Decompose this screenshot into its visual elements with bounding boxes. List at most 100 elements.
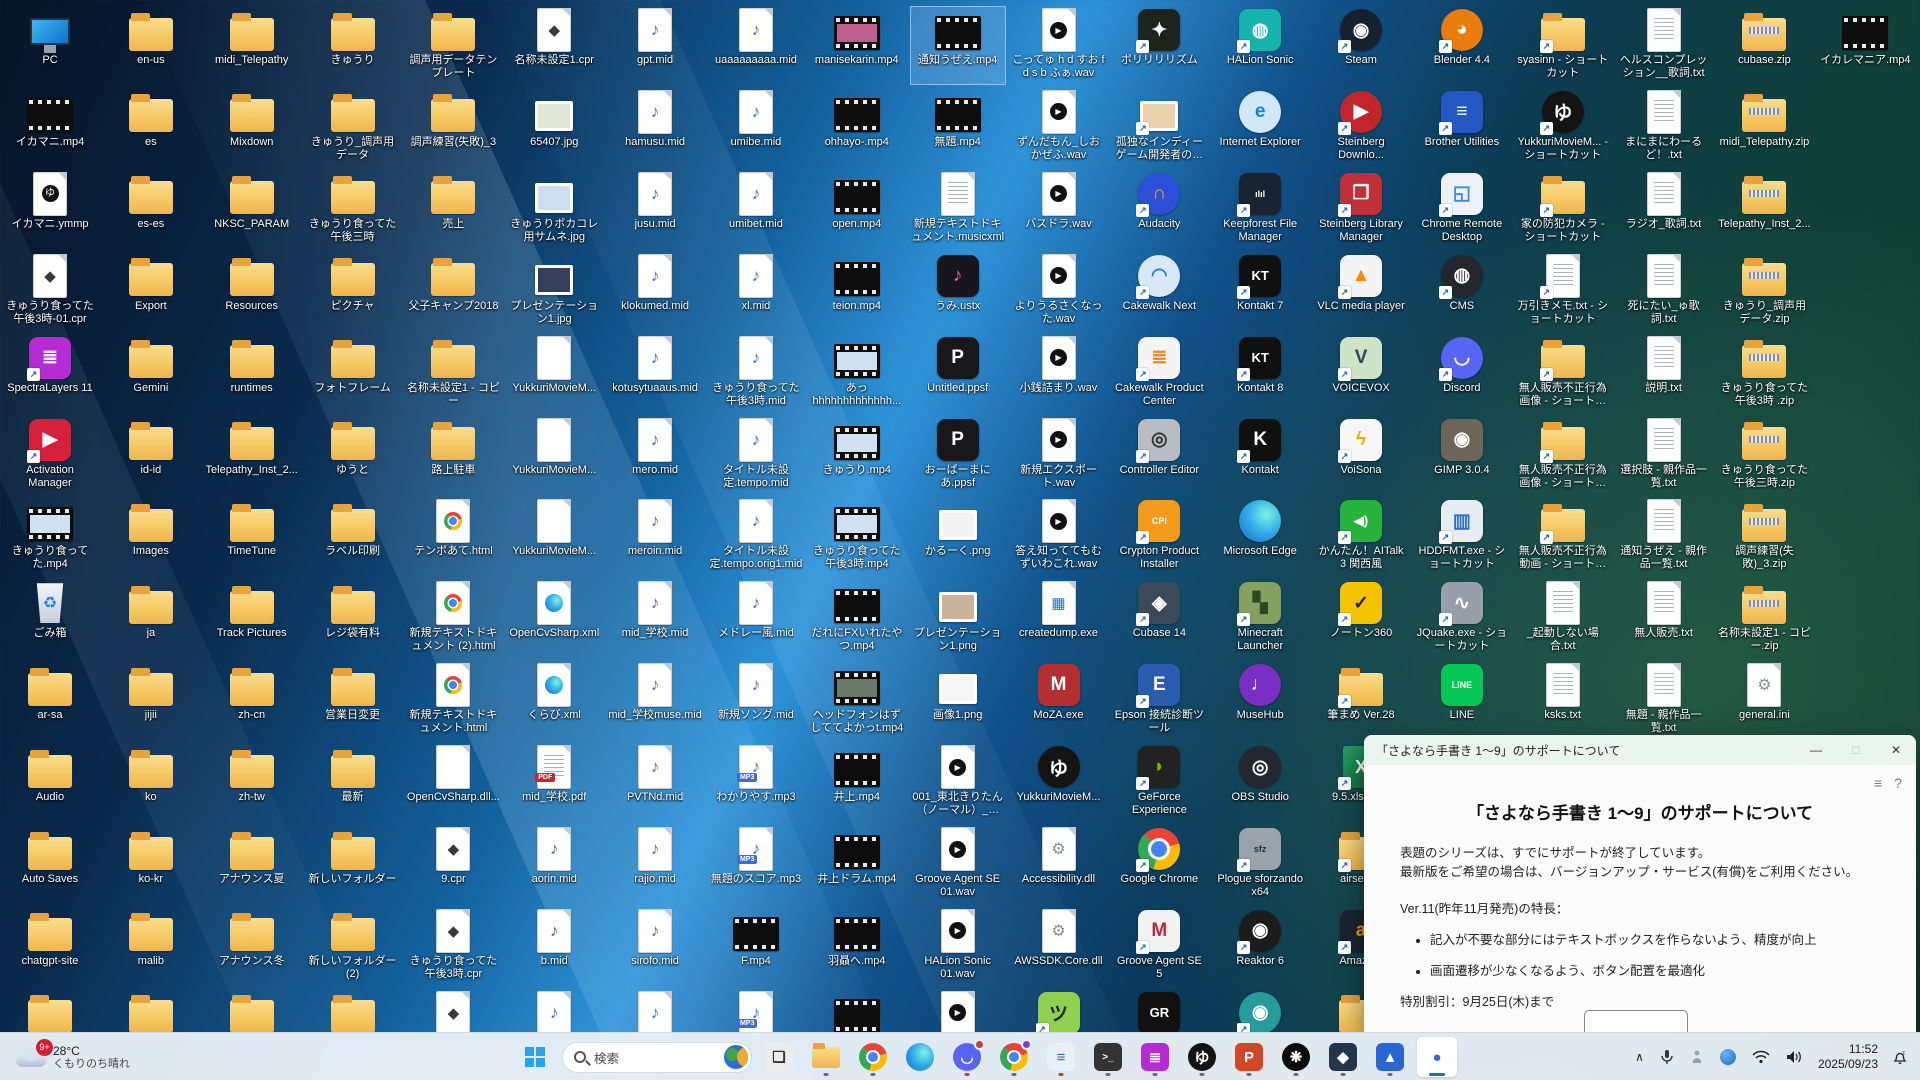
desktop-icon[interactable]: ✓↗ノートン360 [1313, 579, 1409, 658]
desktop-icon[interactable]: 調声用データテンプレート [405, 6, 501, 85]
edge-taskbar-button[interactable] [900, 1037, 940, 1077]
desktop-icon[interactable]: id-id [103, 416, 199, 495]
file-explorer-taskbar-button[interactable] [806, 1037, 846, 1077]
desktop-icon[interactable]: テンポあて.html [405, 497, 501, 576]
desktop-icon[interactable]: ▶001_東北きりたん（ノーマル）_今じゃ... [910, 743, 1006, 822]
desktop-icon[interactable] [305, 989, 401, 1032]
desktop-icon[interactable]: ▶HALion Sonic 01.wav [910, 907, 1006, 986]
desktop-icon[interactable]: open.mp4 [809, 170, 905, 249]
desktop-icon[interactable]: ▶↗Activation Manager [2, 416, 98, 495]
desktop-icon[interactable]: ▶ [910, 989, 1006, 1032]
desktop-icon[interactable]: ♪新規ソング.mid [708, 661, 804, 740]
search-input[interactable]: 検索 [562, 1042, 752, 1073]
desktop-icon[interactable]: ♪MP3わかりやす.mp3 [708, 743, 804, 822]
desktop-icon[interactable]: 死にたい_ゅ歌詞.txt [1616, 252, 1712, 331]
desktop-icon[interactable]: ♪うみ.ustx [910, 252, 1006, 331]
remote-status-icon[interactable] [1684, 1037, 1710, 1077]
desktop-icon[interactable]: midi_Telepathy [204, 6, 300, 85]
desktop-icon[interactable]: きゅうり食ってた午後三時 [305, 170, 401, 249]
desktop-icon[interactable]: あっhhhhhhhhhhhhh... [809, 334, 905, 413]
desktop-icon[interactable]: ゆイカマニ.ymmp [2, 170, 98, 249]
desktop-icon[interactable]: ↗syasinn - ショートカット [1515, 6, 1611, 85]
desktop-icon[interactable]: ツ↗ [1011, 989, 1107, 1032]
desktop-icon[interactable]: Track Pictures [204, 579, 300, 658]
desktop-icon[interactable]: きゅうり.mp4 [809, 416, 905, 495]
desktop-icon[interactable]: ♩MuseHub [1212, 661, 1308, 740]
desktop-icon[interactable]: ksks.txt [1515, 661, 1611, 740]
desktop-icon[interactable]: ♪umibet.mid [708, 170, 804, 249]
desktop-icon[interactable]: ヘルスコンプレッション__歌詞.txt [1616, 6, 1712, 85]
desktop-icon[interactable]: KT↗Kontakt 7 [1212, 252, 1308, 331]
desktop-icon[interactable]: ≣↗SpectraLayers 11 [2, 334, 98, 413]
desktop-icon[interactable]: zh-cn [204, 661, 300, 740]
chrome-taskbar-button[interactable] [853, 1037, 893, 1077]
wifi-icon[interactable] [1746, 1037, 1776, 1077]
desktop-icon[interactable]: ♪きゅうり食ってた午後3時.mid [708, 334, 804, 413]
desktop-icon[interactable]: ◀)↗かんたん！AITalk 3 関西風 [1313, 497, 1409, 576]
desktop-icon[interactable]: ♪klokumed.mid [607, 252, 703, 331]
desktop-icon[interactable]: ♪MP3無題のスコア.mp3 [708, 825, 804, 904]
desktop-icon[interactable]: ラジオ_歌詞.txt [1616, 170, 1712, 249]
desktop-icon[interactable]: ja [103, 579, 199, 658]
desktop-icon[interactable]: 路上駐車 [405, 416, 501, 495]
desktop-icon[interactable]: 井上ドラム.mp4 [809, 825, 905, 904]
desktop-icon[interactable]: ピクチャ [305, 252, 401, 331]
desktop-icon[interactable]: Export [103, 252, 199, 331]
desktop-icon[interactable]: アナウンス夏 [204, 825, 300, 904]
desktop-icon[interactable]: ◆ [405, 989, 501, 1032]
desktop-icon[interactable]: ♪MP3 [708, 989, 804, 1032]
desktop-icon[interactable]: ↗Google Chrome [1111, 825, 1207, 904]
desktop-icon[interactable]: 営業日変更 [305, 661, 401, 740]
desktop-icon[interactable]: ♪umibe.mid [708, 88, 804, 167]
desktop-icon[interactable]: runtimes [204, 334, 300, 413]
desktop-icon[interactable]: Audio [2, 743, 98, 822]
desktop-icon[interactable]: OpenCvSharp.dll... [405, 743, 501, 822]
desktop-icon[interactable]: 名称未設定1 - コピー [405, 334, 501, 413]
maximize-button[interactable]: □ [1836, 735, 1876, 765]
desktop-icon[interactable]: ◉GIMP 3.0.4 [1414, 416, 1510, 495]
desktop-icon[interactable]: レジ袋有料 [305, 579, 401, 658]
desktop-icon[interactable]: ▶新規エクスポート.wav [1011, 416, 1107, 495]
desktop-icon[interactable]: ▲↗VLC media player [1313, 252, 1409, 331]
desktop-icon[interactable]: PDFmid_学校.pdf [506, 743, 602, 822]
desktop-icon[interactable]: OpenCvSharp.xml [506, 579, 602, 658]
desktop-icon[interactable]: MMoZA.exe [1011, 661, 1107, 740]
desktop-icon[interactable]: イカマニ.mp4 [2, 88, 98, 167]
desktop-icon[interactable]: ↗無人販売不正行為 画像 - ショートカッ... [1515, 334, 1611, 413]
desktop-icon[interactable]: ≡↗Brother Utilities [1414, 88, 1510, 167]
desktop-icon[interactable]: ♪ [506, 989, 602, 1032]
discord-taskbar-button[interactable]: ◡ [947, 1037, 987, 1077]
desktop-icon[interactable]: くらび.xml [506, 661, 602, 740]
steinberg-cubase-taskbar-button[interactable]: ◆ [1323, 1037, 1363, 1077]
desktop-icon[interactable]: ◗↗GeForce Experience [1111, 743, 1207, 822]
tray-overflow-chevron[interactable]: ∧ [1629, 1037, 1650, 1077]
desktop-icon[interactable]: ↗筆まめ Ver.28 [1313, 661, 1409, 740]
desktop-icon[interactable]: YukkuriMovieM... [506, 497, 602, 576]
desktop-icon[interactable]: 最新 [305, 743, 401, 822]
desktop-icon[interactable]: K↗Kontakt [1212, 416, 1308, 495]
desktop-icon[interactable]: ▶Groove Agent SE 01.wav [910, 825, 1006, 904]
desktop-icon[interactable]: ko [103, 743, 199, 822]
desktop-icon[interactable]: ∩↗Audacity [1111, 170, 1207, 249]
desktop-icon[interactable]: 新規テキストドキュメント (2).html [405, 579, 501, 658]
desktop-icon[interactable]: ◆きゅうり食ってた午後3時-01.cpr [2, 252, 98, 331]
desktop-icon[interactable]: teion.mp4 [809, 252, 905, 331]
desktop-icon[interactable]: Microsoft Edge [1212, 497, 1308, 576]
desktop-icon[interactable]: ♪mid_学校muse.mid [607, 661, 703, 740]
desktop-icon[interactable]: ◎OBS Studio [1212, 743, 1308, 822]
desktop-icon[interactable]: 通知うぜえ.mp4 [910, 6, 1006, 85]
desktop-icon[interactable]: ◈↗Cubase 14 [1111, 579, 1207, 658]
desktop-icon[interactable]: _起動しない場合.txt [1515, 579, 1611, 658]
desktop-icon[interactable]: ♪ [607, 989, 703, 1032]
desktop-icon[interactable]: ♪sirofo.mid [607, 907, 703, 986]
desktop-icon[interactable]: ♪mero.mid [607, 416, 703, 495]
desktop-icon[interactable]: 新しいフォルダー [305, 825, 401, 904]
desktop-icon[interactable]: en-us [103, 6, 199, 85]
desktop-icon[interactable]: Telepathy_Inst_2... [1716, 170, 1812, 249]
desktop-icon[interactable]: ≣↗Cakewalk Product Center [1111, 334, 1207, 413]
desktop-icon[interactable]: V↗VOICEVOX [1313, 334, 1409, 413]
desktop-icon[interactable]: きゅうり_調声用データ.zip [1716, 252, 1812, 331]
desktop-icon[interactable]: ♪gpt.mid [607, 6, 703, 85]
terminal-taskbar-button[interactable]: >_ [1088, 1037, 1128, 1077]
desktop-icon[interactable]: きゅうり [305, 6, 401, 85]
